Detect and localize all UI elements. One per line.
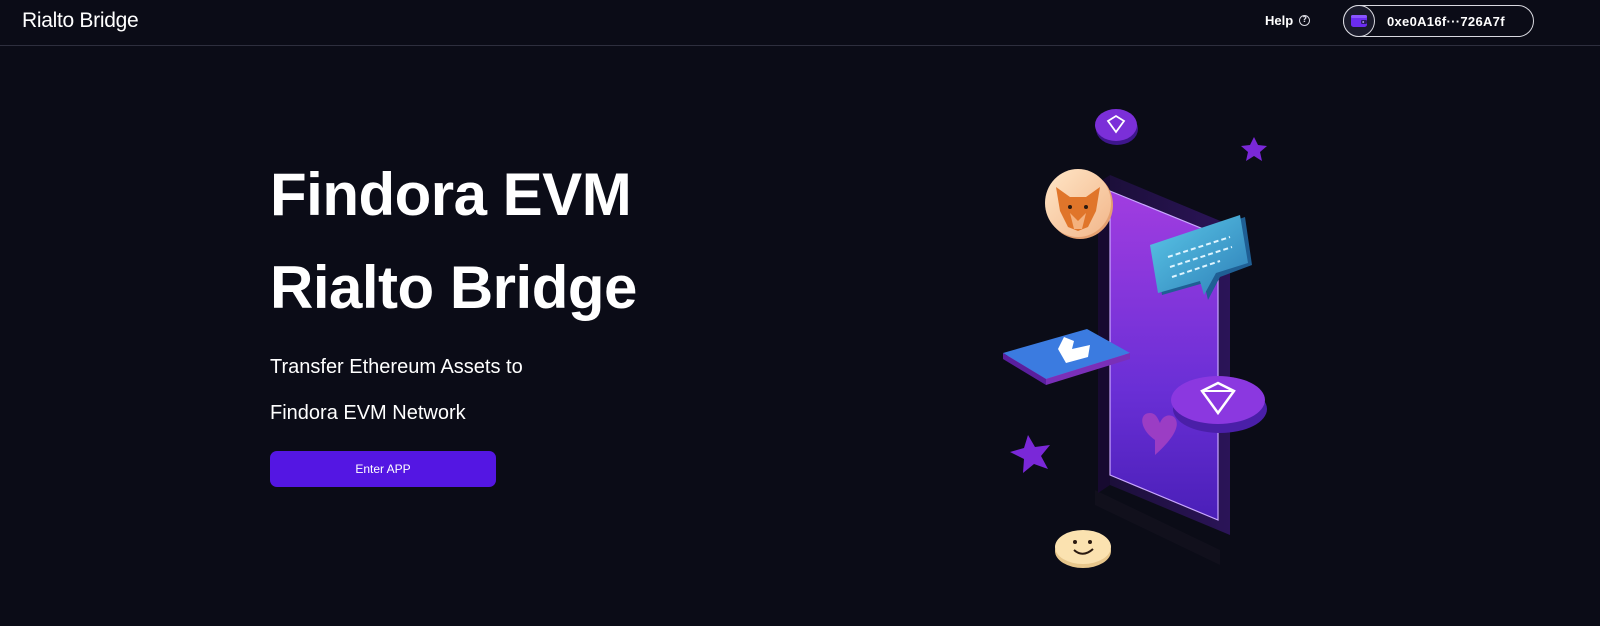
wallet-connect-button[interactable]: 0xe0A16f···726A7f: [1343, 5, 1534, 37]
hero-subtitle-line-2: Findora EVM Network: [270, 402, 466, 424]
hero-title: Findora EVM Rialto Bridge: [270, 148, 637, 334]
smiley-icon: [1055, 530, 1111, 568]
wallet-address: 0xe0A16f···726A7f: [1387, 14, 1505, 29]
help-label: Help: [1265, 13, 1294, 28]
star-icon: [1241, 137, 1267, 161]
hero-subtitle: Transfer Ethereum Assets to Findora EVM …: [270, 344, 523, 436]
star-icon-large: [1010, 435, 1050, 473]
hero-subtitle-line-1: Transfer Ethereum Assets to: [270, 356, 523, 378]
wallet-icon: [1343, 5, 1375, 37]
enter-app-button[interactable]: Enter APP: [270, 451, 496, 487]
gem-coin-icon: [1171, 376, 1267, 433]
help-link[interactable]: Help ?: [1265, 13, 1311, 28]
small-gem-icon: [1095, 109, 1138, 145]
hero-title-line-2: Rialto Bridge: [270, 254, 637, 321]
phone-illustration: [1003, 109, 1267, 568]
top-navigation-bar: Rialto Bridge Help ? 0xe0A16f···726A7f: [0, 0, 1600, 46]
metamask-fox-icon: [1045, 169, 1113, 239]
question-circle-icon: ?: [1299, 15, 1311, 26]
hero-title-line-1: Findora EVM: [270, 161, 632, 228]
brand-logo-text[interactable]: Rialto Bridge: [22, 9, 139, 33]
